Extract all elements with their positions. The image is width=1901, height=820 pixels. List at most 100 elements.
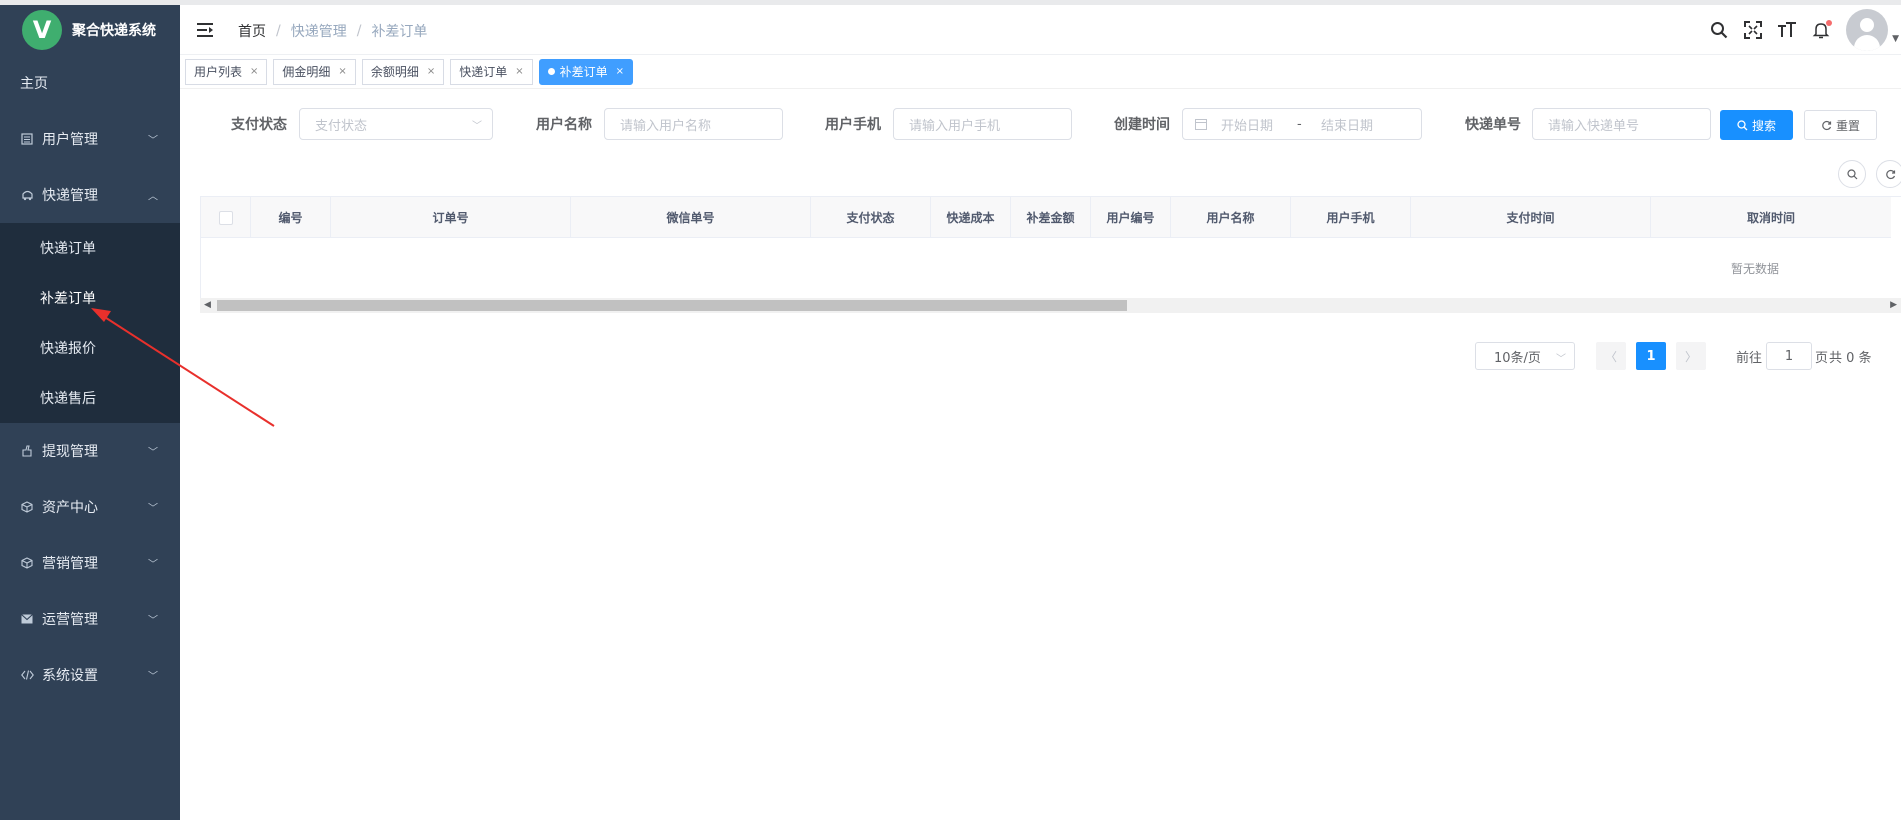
column-header[interactable]: 用户手机 bbox=[1290, 197, 1410, 238]
reset-button[interactable]: 重置 bbox=[1804, 110, 1877, 140]
search-icon bbox=[1737, 119, 1748, 131]
column-header[interactable]: 编号 bbox=[250, 197, 330, 238]
user-phone-placeholder: 请输入用户手机 bbox=[909, 118, 1001, 134]
tag-label: 余额明细 bbox=[370, 65, 419, 79]
column-header[interactable]: 支付时间 bbox=[1410, 197, 1650, 238]
sidebar-item-label: 用户管理 bbox=[42, 132, 98, 148]
page-number-button[interactable]: 1 bbox=[1636, 342, 1666, 370]
search-form: 支付状态 支付状态 ﹀ 用户名称 请输入用户名称 用户手机 请输入用户手机 创建… bbox=[180, 108, 1901, 142]
sidebar-item-asset-center[interactable]: 资产中心 ﹀ bbox=[0, 479, 180, 535]
bell-icon[interactable] bbox=[1810, 19, 1833, 41]
chevron-down-icon: ﹀ bbox=[148, 135, 158, 147]
avatar[interactable] bbox=[1846, 9, 1889, 51]
goto-page-input[interactable]: 1 bbox=[1766, 342, 1812, 370]
sidebar-item-system-settings[interactable]: 系统设置 ﹀ bbox=[0, 647, 180, 703]
date-range-picker[interactable]: 开始日期 - 结束日期 bbox=[1182, 108, 1422, 140]
user-phone-input[interactable]: 请输入用户手机 bbox=[893, 108, 1072, 140]
breadcrumb-separator: / bbox=[276, 23, 281, 39]
sidebar-item-express-orders[interactable]: 快递订单 bbox=[0, 223, 180, 273]
express-no-label: 快递单号 bbox=[1465, 117, 1521, 133]
column-header[interactable]: 订单号 bbox=[330, 197, 570, 238]
start-date-placeholder[interactable]: 开始日期 bbox=[1221, 115, 1297, 134]
horizontal-scrollbar[interactable]: ◀ ▶ bbox=[200, 298, 1901, 313]
scroll-right-icon[interactable]: ▶ bbox=[1890, 300, 1897, 310]
tag-express-orders[interactable]: 快递订单 × bbox=[450, 58, 533, 85]
sidebar-item-supplement-orders[interactable]: 补差订单 bbox=[0, 273, 180, 323]
tag-balance-detail[interactable]: 余额明细 × bbox=[361, 58, 445, 85]
table-header: 编号 订单号 微信单号 支付状态 快递成本 补差金额 用户编号 用户名称 用户手… bbox=[200, 197, 1891, 238]
chevron-down-icon: ﹀ bbox=[472, 121, 482, 132]
prev-page-button[interactable]: 〈 bbox=[1596, 342, 1626, 370]
sidebar-item-label: 主页 bbox=[20, 76, 48, 92]
refresh-icon bbox=[1821, 120, 1832, 131]
column-header[interactable]: 补差金额 bbox=[1010, 197, 1090, 238]
column-header[interactable]: 用户名称 bbox=[1170, 197, 1290, 238]
breadcrumb: 首页 / 快递管理 / 补差订单 bbox=[238, 21, 427, 41]
sidebar-item-express-quotes[interactable]: 快递报价 bbox=[0, 323, 180, 373]
page-size-select[interactable]: 10条/页 ﹀ bbox=[1475, 342, 1575, 370]
list-icon bbox=[20, 132, 34, 146]
sidebar-item-withdraw-management[interactable]: 提现管理 ﹀ bbox=[0, 423, 180, 479]
search-button[interactable]: 搜索 bbox=[1720, 110, 1793, 140]
font-size-icon[interactable] bbox=[1776, 19, 1798, 41]
refresh-button[interactable] bbox=[1876, 160, 1901, 188]
sidebar-item-express-aftersale[interactable]: 快递售后 bbox=[0, 373, 180, 423]
scroll-left-icon[interactable]: ◀ bbox=[204, 300, 211, 310]
calendar-icon bbox=[1195, 118, 1207, 130]
tag-supplement-orders[interactable]: 补差订单 × bbox=[538, 58, 634, 85]
express-no-input[interactable]: 请输入快递单号 bbox=[1532, 108, 1711, 140]
breadcrumb-separator: / bbox=[356, 23, 362, 39]
sidebar-item-label: 提现管理 bbox=[42, 444, 98, 460]
tag-label: 补差订单 bbox=[559, 65, 608, 79]
sidebar-item-home[interactable]: 主页 bbox=[0, 55, 180, 111]
column-header[interactable]: 支付状态 bbox=[810, 197, 930, 238]
end-date-placeholder[interactable]: 结束日期 bbox=[1321, 115, 1373, 134]
toggle-search-button[interactable] bbox=[1838, 160, 1866, 188]
close-icon[interactable]: × bbox=[616, 66, 624, 77]
column-header[interactable]: 微信单号 bbox=[570, 197, 810, 238]
tag-commission-detail[interactable]: 佣金明细 × bbox=[273, 58, 356, 85]
sidebar-item-user-management[interactable]: 用户管理 ﹀ bbox=[0, 111, 180, 167]
scrollbar-thumb[interactable] bbox=[217, 300, 1127, 311]
close-icon[interactable]: × bbox=[250, 66, 258, 77]
sidebar-item-label: 资产中心 bbox=[42, 500, 98, 516]
pay-status-label: 支付状态 bbox=[231, 117, 287, 133]
refresh-icon bbox=[1885, 169, 1896, 180]
total-count: 共 0 条 bbox=[1829, 350, 1872, 366]
truck-icon bbox=[20, 188, 34, 202]
pay-status-select[interactable]: 支付状态 ﹀ bbox=[299, 108, 493, 140]
caret-down-icon[interactable]: ▼ bbox=[1892, 34, 1899, 44]
close-icon[interactable]: × bbox=[515, 66, 523, 77]
box-icon bbox=[20, 500, 34, 514]
notification-badge-dot bbox=[1826, 20, 1833, 26]
close-icon[interactable]: × bbox=[338, 66, 346, 77]
sidebar-item-marketing-management[interactable]: 营销管理 ﹀ bbox=[0, 535, 180, 591]
box-icon bbox=[20, 556, 34, 570]
search-icon[interactable] bbox=[1708, 19, 1730, 41]
select-all-checkbox[interactable] bbox=[218, 210, 233, 225]
tag-label: 用户列表 bbox=[194, 65, 243, 79]
close-icon[interactable]: × bbox=[427, 66, 435, 77]
logo-mark: V bbox=[22, 10, 62, 50]
logo[interactable]: V 聚合快递系统 bbox=[0, 5, 180, 55]
sidebar-item-operations-management[interactable]: 运营管理 ﹀ bbox=[0, 591, 180, 647]
column-header[interactable]: 用户编号 bbox=[1090, 197, 1170, 238]
column-header[interactable]: 快递成本 bbox=[930, 197, 1010, 238]
column-header[interactable]: 取消时间 bbox=[1650, 197, 1891, 238]
withdraw-icon bbox=[20, 444, 34, 458]
sidebar-item-express-management[interactable]: 快递管理 ︿ bbox=[0, 167, 180, 223]
empty-text: 暂无数据 bbox=[1731, 262, 1780, 276]
search-button-label: 搜索 bbox=[1751, 118, 1776, 133]
sidebar-item-label: 系统设置 bbox=[42, 668, 98, 684]
user-name-input[interactable]: 请输入用户名称 bbox=[604, 108, 783, 140]
app-root: V 聚合快递系统 主页 用户管理 ﹀ 快递管理 ︿ 快递订单 补差订单 快递报价… bbox=[0, 0, 1901, 820]
fullscreen-icon[interactable] bbox=[1742, 19, 1764, 41]
express-no-placeholder: 请输入快递单号 bbox=[1548, 118, 1640, 134]
chevron-up-icon: ︿ bbox=[148, 191, 158, 203]
next-page-button[interactable]: 〉 bbox=[1676, 342, 1706, 370]
tag-user-list[interactable]: 用户列表 × bbox=[185, 58, 268, 85]
hamburger-icon[interactable] bbox=[196, 21, 214, 39]
breadcrumb-home[interactable]: 首页 bbox=[238, 21, 266, 41]
express-submenu: 快递订单 补差订单 快递报价 快递售后 bbox=[0, 223, 180, 423]
reset-button-label: 重置 bbox=[1835, 118, 1860, 133]
